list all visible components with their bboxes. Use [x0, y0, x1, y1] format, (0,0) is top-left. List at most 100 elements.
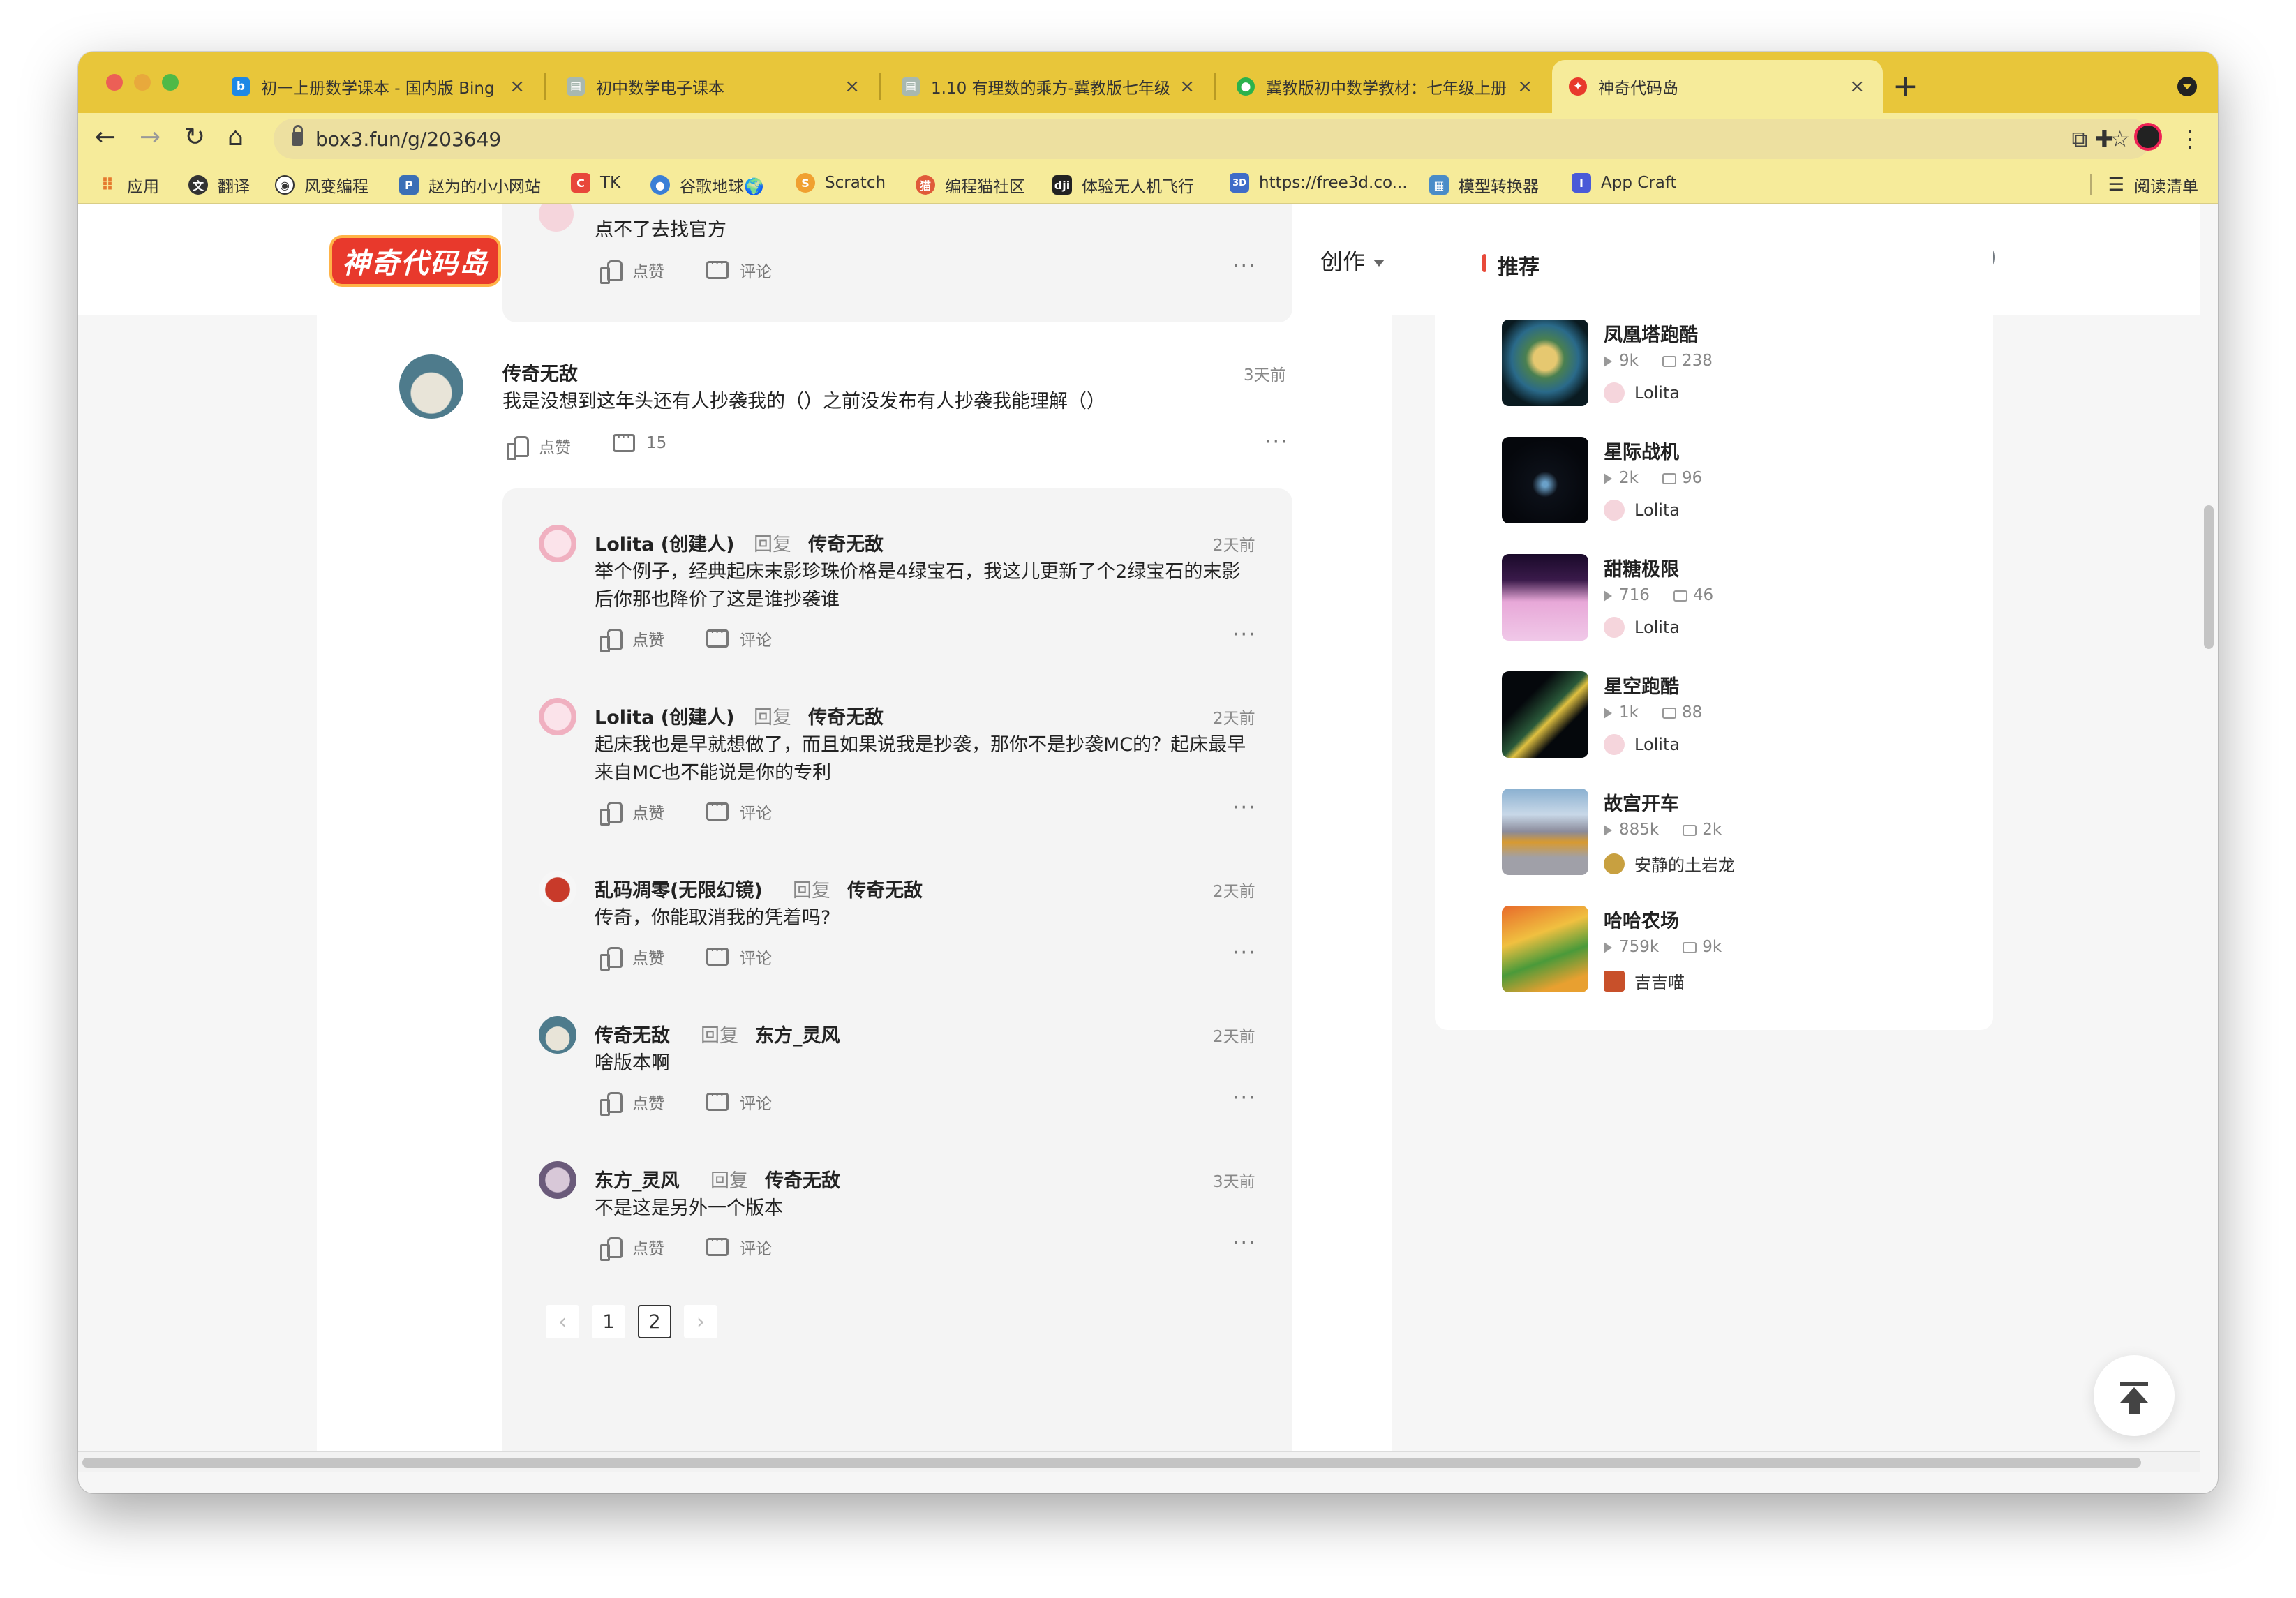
like-button[interactable]: 点赞	[600, 945, 664, 971]
more-options-icon[interactable]: ···	[1232, 254, 1257, 278]
more-options-icon[interactable]: ···	[1232, 622, 1257, 647]
bookmark-apps[interactable]: ⠿ 应用	[98, 173, 159, 197]
recommend-panel: 推荐 凤凰塔跑酷 9k 238 Lolita 星际战机 2k 96 Lolita 甜…	[1435, 216, 1993, 1030]
comment-icon	[1662, 355, 1676, 367]
close-window-button[interactable]	[106, 74, 123, 91]
recommend-item[interactable]: 星际战机 2k 96 Lolita	[1502, 437, 1935, 528]
home-icon[interactable]: ⌂	[228, 123, 244, 151]
horizontal-scrollbar[interactable]	[78, 1451, 2200, 1472]
more-options-icon[interactable]: ···	[1232, 941, 1257, 965]
comment-author[interactable]: 传奇无敌	[502, 359, 578, 386]
site-logo[interactable]: 神奇代码岛	[332, 238, 498, 284]
comment-author[interactable]: 传奇无敌	[595, 1020, 670, 1047]
reply-target[interactable]: 传奇无敌	[847, 875, 923, 902]
like-button[interactable]: 点赞	[600, 627, 664, 652]
avatar	[539, 1016, 576, 1054]
recommend-item[interactable]: 星空跑酷 1k 88 Lolita	[1502, 671, 1935, 762]
horizontal-scroll-thumb[interactable]	[82, 1458, 2141, 1468]
reply-target[interactable]: 传奇无敌	[808, 702, 884, 729]
tab-close-icon[interactable]: ×	[1179, 76, 1195, 97]
reading-list-icon: ☰	[2108, 174, 2124, 195]
tab-close-icon[interactable]: ×	[1517, 76, 1533, 97]
comment-author[interactable]: 东方_灵风	[595, 1165, 680, 1193]
fengbian-icon: ◉	[275, 175, 295, 195]
vertical-scrollbar[interactable]	[2200, 204, 2218, 1472]
back-arrow-icon[interactable]: ←	[95, 123, 116, 151]
address-bar[interactable]: box3.fun/g/203649 ⧉ ☆	[274, 119, 2151, 159]
comment-button[interactable]: 评论	[706, 625, 772, 650]
recommend-item[interactable]: 甜糖极限 716 46 Lolita	[1502, 554, 1935, 645]
avatar	[399, 354, 463, 419]
comment-icon	[706, 943, 729, 966]
reply-count-button[interactable]: 15	[613, 430, 666, 452]
recommend-item[interactable]: 凤凰塔跑酷 9k 238 Lolita	[1502, 320, 1935, 410]
forward-arrow-icon[interactable]: →	[140, 123, 161, 151]
comment-button[interactable]: 评论	[706, 943, 772, 969]
avatar	[539, 1161, 576, 1199]
tab-close-icon[interactable]: ×	[509, 76, 525, 97]
plays-stat: 2k	[1604, 469, 1639, 487]
extensions-puzzle-icon[interactable]: ✚	[2095, 126, 2114, 152]
reload-icon[interactable]: ↻	[184, 123, 205, 151]
like-button[interactable]: 点赞	[507, 434, 571, 460]
pagination-page-2[interactable]: 2	[638, 1305, 671, 1338]
more-options-icon[interactable]: ···	[1232, 1231, 1257, 1255]
comment-button[interactable]: 评论	[706, 257, 772, 282]
comment-icon	[1662, 472, 1676, 484]
bookmark-tk[interactable]: C TK	[571, 173, 620, 193]
bookmark-model-converter[interactable]: ▦ 模型转换器	[1429, 173, 1539, 197]
comment-author[interactable]: Lolita (创建人)	[595, 529, 734, 556]
open-external-icon[interactable]: ⧉	[2071, 126, 2087, 153]
bookmark-drone[interactable]: dji 体验无人机飞行	[1052, 173, 1194, 197]
reply-target[interactable]: 东方_灵风	[755, 1020, 840, 1047]
profile-avatar-icon[interactable]	[2134, 123, 2162, 151]
pagination-next-button[interactable]: ›	[684, 1305, 717, 1338]
new-tab-button[interactable]: +	[1893, 68, 1918, 104]
pagination-prev-button[interactable]: ‹	[546, 1305, 579, 1338]
recommend-item[interactable]: 故宫开车 885k 2k 安静的土岩龙	[1502, 789, 1935, 879]
bookmark-scratch[interactable]: S Scratch	[796, 173, 886, 193]
like-button[interactable]: 点赞	[600, 258, 664, 284]
bookmark-free3d[interactable]: 3D https://free3d.co...	[1230, 173, 1408, 193]
like-button[interactable]: 点赞	[600, 1235, 664, 1261]
browser-tab[interactable]: ▤ 初中数学电子课本 ×	[550, 60, 878, 113]
zoom-window-button[interactable]	[162, 74, 179, 91]
tab-close-icon[interactable]: ×	[844, 76, 860, 97]
like-button[interactable]: 点赞	[600, 1090, 664, 1116]
bookmark-translate[interactable]: 文 翻译	[188, 173, 250, 197]
bookmark-fengbian[interactable]: ◉ 风变编程	[275, 173, 368, 197]
reply-target[interactable]: 传奇无敌	[765, 1165, 840, 1193]
comment-text: 不是这是另外一个版本	[595, 1197, 783, 1219]
comment-author[interactable]: Lolita (创建人)	[595, 702, 734, 729]
bing-icon: b	[232, 77, 250, 96]
more-options-icon[interactable]: ···	[1232, 1086, 1257, 1110]
browser-tab[interactable]: ▤ 1.10 有理数的乘方-冀教版七年级 ×	[885, 60, 1213, 113]
recommend-item[interactable]: 哈哈农场 759k 9k 吉吉喵	[1502, 906, 1935, 996]
browser-tab[interactable]: b 初一上册数学课本 - 国内版 Bing ×	[215, 60, 543, 113]
tab-close-icon[interactable]: ×	[1849, 76, 1865, 97]
comment-button[interactable]: 评论	[706, 798, 772, 823]
reading-list-button[interactable]: ☰ 阅读清单	[2089, 173, 2198, 197]
browser-tab[interactable]: ● 冀教版初中数学教材：七年级上册 ×	[1220, 60, 1551, 113]
bookmark-app-craft[interactable]: I App Craft	[1572, 173, 1677, 193]
bookmark-zhaowei[interactable]: P 赵为的小小网站	[399, 173, 541, 197]
comment-icon	[706, 1089, 729, 1111]
reply-target[interactable]: 传奇无敌	[808, 529, 884, 556]
vertical-scroll-thumb[interactable]	[2204, 505, 2214, 649]
comment-button[interactable]: 评论	[706, 1089, 772, 1114]
bookmark-codemao[interactable]: 猫 编程猫社区	[916, 173, 1025, 197]
pagination-page-1[interactable]: 1	[592, 1305, 625, 1338]
comment-button[interactable]: 评论	[706, 1234, 772, 1259]
free3d-icon: 3D	[1230, 173, 1249, 193]
browser-tab-active[interactable]: ✦ 神奇代码岛 ×	[1552, 60, 1883, 113]
more-options-icon[interactable]: ···	[1265, 430, 1289, 454]
more-options-icon[interactable]: ···	[1232, 796, 1257, 820]
like-button[interactable]: 点赞	[600, 800, 664, 826]
browser-menu-icon[interactable]: ⋮	[2179, 126, 2201, 152]
tab-search-icon[interactable]	[2177, 77, 2197, 96]
bookmark-google-earth[interactable]: ● 谷歌地球🌍	[650, 173, 764, 197]
nav-create[interactable]: 创作	[1320, 244, 1385, 276]
back-to-top-button[interactable]	[2094, 1355, 2175, 1436]
comment-author[interactable]: 乱码凋零(无限幻镜)	[595, 875, 763, 902]
minimize-window-button[interactable]	[134, 74, 151, 91]
